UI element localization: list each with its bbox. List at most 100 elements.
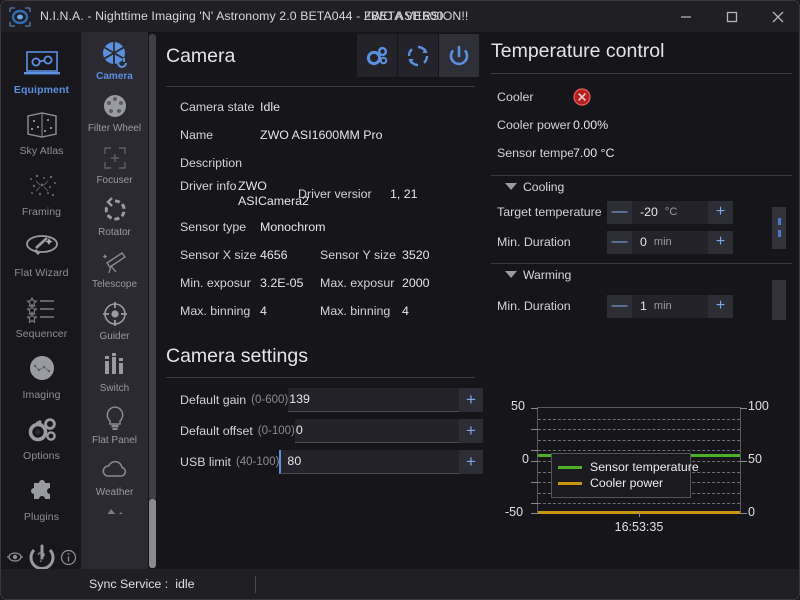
window-title-overlay: !!BETA VERSION!! ZWO ASI1600 — [364, 9, 482, 24]
camera-driver-row: Driver info ZWO ASICamera2 Driver versio… — [158, 177, 483, 213]
refresh-icon[interactable] — [398, 34, 438, 77]
chart-axis-tick — [531, 503, 538, 505]
weather-cloud-icon — [100, 453, 130, 486]
maximize-button[interactable] — [709, 1, 755, 32]
warming-min-duration-field[interactable]: 1 min — [632, 294, 708, 318]
cooler-power-label: Cooler power — [497, 118, 571, 132]
default-gain-input[interactable]: 139 — [288, 387, 459, 412]
status-separator — [254, 575, 256, 593]
scrollbar-track — [149, 34, 156, 499]
window-title: N.I.N.A. - Nighttime Imaging 'N' Astrono… — [40, 9, 482, 24]
focuser-icon — [100, 141, 130, 174]
rail-label-options: Options — [23, 450, 60, 462]
rail-item-plugins[interactable]: Plugins — [2, 470, 81, 524]
equipment-tab-scrollbar[interactable] — [149, 34, 156, 568]
binning-row: Max. binning 4 Max. binning 4 — [158, 297, 483, 325]
equipment-tab-telescope[interactable]: Telescope — [81, 240, 148, 292]
rail-item-imaging[interactable]: Imaging — [2, 348, 81, 402]
chart-left-tick-top: 50 — [511, 399, 525, 413]
chevron-down-icon — [505, 183, 517, 190]
cooling-min-duration-minus-button[interactable]: — — [607, 230, 632, 254]
rail-item-equipment[interactable]: Equipment — [2, 43, 81, 97]
usb-limit-plus-button[interactable]: + — [459, 449, 483, 474]
equipment-tab-label-camera: Camera — [96, 71, 133, 82]
sequencer-icon — [22, 289, 62, 327]
camera-panel-title: Camera — [166, 44, 236, 67]
equipment-icon — [22, 45, 62, 83]
warming-apply-button[interactable] — [772, 280, 786, 320]
exposure-row: Min. exposur 3.2E-05 Max. exposur 2000 — [158, 269, 483, 297]
equipment-tab-filter-wheel[interactable]: Filter Wheel — [81, 84, 148, 136]
left-nav-rail: Equipment Sky Atlas Framing Flat Wizard … — [2, 32, 81, 570]
chart-axis-tick — [531, 513, 538, 514]
warming-min-duration-plus-button[interactable]: + — [708, 294, 733, 318]
info-icon[interactable] — [60, 549, 77, 566]
equipment-tab-camera[interactable]: Camera — [81, 32, 148, 84]
camera-description-row: Description — [158, 149, 483, 177]
rail-item-sequencer[interactable]: Sequencer — [2, 287, 81, 341]
max-exposure-value: 2000 — [402, 276, 430, 290]
usb-limit-input[interactable]: 80 — [279, 449, 459, 474]
camera-header-buttons — [356, 34, 479, 77]
rail-item-options[interactable]: Options — [2, 409, 81, 463]
cooling-apply-glyph-top — [778, 218, 781, 225]
window-title-device: ZWO ASI1600 — [363, 9, 444, 23]
default-offset-plus-button[interactable]: + — [459, 418, 483, 443]
connect-power-icon[interactable] — [439, 34, 479, 77]
warming-group-header[interactable]: Warming — [491, 263, 792, 285]
sensor-type-value: Monochrom — [260, 220, 326, 234]
camera-panel-header: Camera — [158, 32, 483, 80]
sensor-temperature-value: 7.00 °C — [573, 146, 615, 160]
sky-atlas-icon — [22, 106, 62, 144]
rail-item-flat-wizard[interactable]: Flat Wizard — [2, 226, 81, 280]
equipment-tab-switch[interactable]: Switch — [81, 344, 148, 396]
window-title-prefix: N.I.N.A. - Nighttime Imaging 'N' Astrono… — [40, 9, 364, 23]
cooling-min-duration-row: Min. Duration — 0 min + — [483, 227, 799, 257]
close-button[interactable] — [755, 1, 799, 32]
default-gain-plus-button[interactable]: + — [459, 387, 483, 412]
target-temperature-field[interactable]: -20 °C — [632, 200, 708, 224]
rail-item-framing[interactable]: Framing — [2, 165, 81, 219]
equipment-tab-flat-panel[interactable]: Flat Panel — [81, 396, 148, 448]
rail-item-sky-atlas[interactable]: Sky Atlas — [2, 104, 81, 158]
equipment-tab-partial-next[interactable] — [81, 500, 148, 514]
question-mark-icon[interactable]: ? — [35, 548, 49, 566]
equipment-tab-guider[interactable]: Guider — [81, 292, 148, 344]
equipment-tab-focuser[interactable]: Focuser — [81, 136, 148, 188]
warming-min-duration-minus-button[interactable]: — — [607, 294, 632, 318]
chart-x-tick — [639, 512, 640, 517]
cooling-group-label: Cooling — [523, 179, 565, 194]
camera-state-value: Idle — [260, 100, 280, 114]
min-exposure-label: Min. exposur — [180, 276, 251, 290]
cooler-off-x-icon[interactable] — [573, 88, 591, 106]
chevron-down-icon — [505, 271, 517, 278]
equipment-tab-weather[interactable]: Weather — [81, 448, 148, 500]
equipment-tab-rotator[interactable]: Rotator — [81, 188, 148, 240]
guider-icon — [100, 297, 130, 330]
cooling-group-header[interactable]: Cooling — [491, 175, 792, 197]
cooling-min-duration-field[interactable]: 0 min — [632, 230, 708, 254]
minimize-button[interactable] — [663, 1, 709, 32]
camera-state-row: Camera state Idle — [158, 93, 483, 121]
sensor-x-value: 4656 — [260, 248, 288, 262]
settings-gear-icon[interactable] — [357, 34, 397, 77]
sync-service-label: Sync Service : — [89, 577, 169, 591]
camera-name-row: Name ZWO ASI1600MM Pro — [158, 121, 483, 149]
camera-settings-title: Camera settings — [166, 345, 308, 367]
cooling-min-duration-plus-button[interactable]: + — [708, 230, 733, 254]
max-binning-y-label: Max. binning — [320, 304, 391, 318]
target-temperature-plus-button[interactable]: + — [708, 200, 733, 224]
default-gain-range: (0-600) — [251, 393, 289, 406]
max-binning-x-value: 4 — [260, 304, 267, 318]
setting-row-default-gain: Default gain (0-600) 139 + — [158, 384, 483, 415]
default-offset-input[interactable]: 0 — [294, 418, 459, 443]
setting-row-usb-limit: USB limit (40-100) 80 + — [158, 446, 483, 477]
eye-icon[interactable] — [6, 550, 24, 564]
sensor-type-row: Sensor type Monochrom — [158, 213, 483, 241]
scrollbar-thumb[interactable] — [149, 499, 156, 568]
sync-service-value: idle — [175, 577, 195, 591]
equipment-tab-label-rotator: Rotator — [98, 227, 131, 238]
cooling-apply-button[interactable] — [772, 207, 786, 249]
equipment-tab-label-focuser: Focuser — [96, 175, 133, 186]
target-temperature-minus-button[interactable]: — — [607, 200, 632, 224]
